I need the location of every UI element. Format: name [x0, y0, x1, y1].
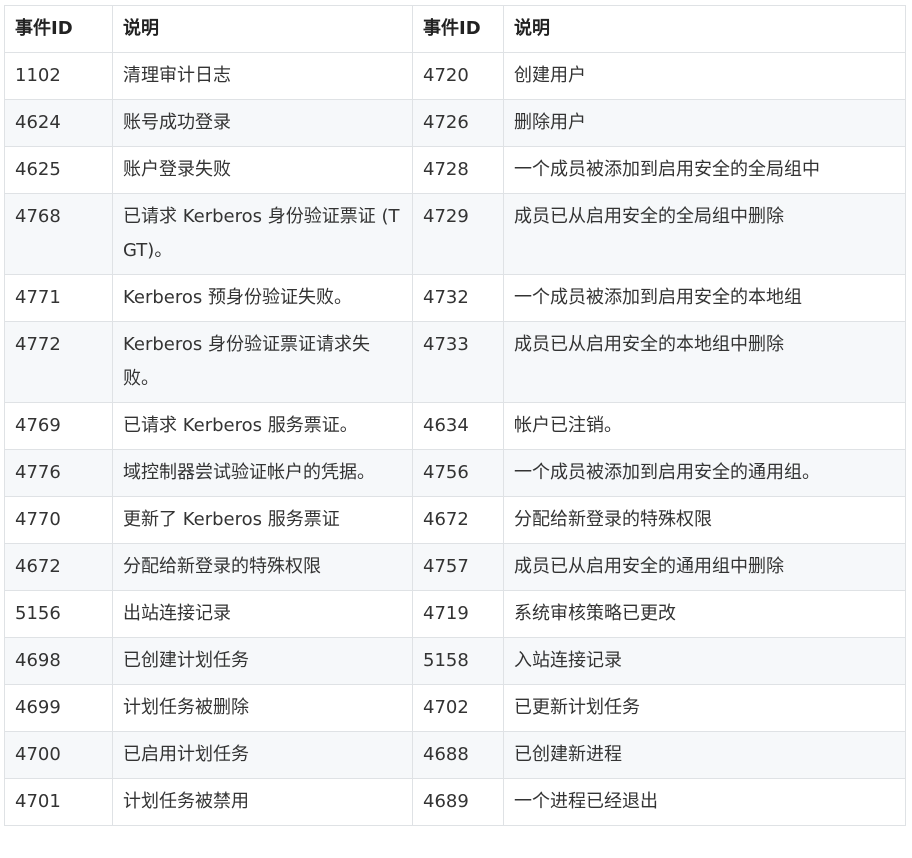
description-cell: 清理审计日志: [112, 52, 413, 100]
description-cell: 已请求 Kerberos 服务票证。: [112, 402, 413, 450]
event-id-cell: 4772: [4, 321, 113, 403]
description-cell: 一个成员被添加到启用安全的通用组。: [503, 449, 906, 497]
header-description-2: 说明: [503, 5, 906, 53]
event-id-cell: 4702: [412, 684, 504, 732]
event-id-cell: 4625: [4, 146, 113, 194]
table-row: 4698 已创建计划任务 5158 入站连接记录: [4, 637, 906, 685]
description-cell: 域控制器尝试验证帐户的凭据。: [112, 449, 413, 497]
description-cell: 账户登录失败: [112, 146, 413, 194]
event-id-cell: 4720: [412, 52, 504, 100]
table-row: 4699 计划任务被删除 4702 已更新计划任务: [4, 684, 906, 732]
table-row: 4701 计划任务被禁用 4689 一个进程已经退出: [4, 778, 906, 826]
event-id-cell: 4757: [412, 543, 504, 591]
table-row: 4672 分配给新登录的特殊权限 4757 成员已从启用安全的通用组中删除: [4, 543, 906, 591]
description-cell: 一个成员被添加到启用安全的本地组: [503, 274, 906, 322]
description-cell: 成员已从启用安全的通用组中删除: [503, 543, 906, 591]
description-cell: Kerberos 预身份验证失败。: [112, 274, 413, 322]
description-cell: 分配给新登录的特殊权限: [503, 496, 906, 544]
header-row: 事件ID 说明 事件ID 说明: [4, 5, 906, 53]
event-id-cell: 1102: [4, 52, 113, 100]
table-row: 4624 账号成功登录 4726 删除用户: [4, 99, 906, 147]
table-row: 4776 域控制器尝试验证帐户的凭据。 4756 一个成员被添加到启用安全的通用组。: [4, 449, 906, 497]
event-id-cell: 4728: [412, 146, 504, 194]
table-header: 事件ID 说明 事件ID 说明: [4, 5, 906, 53]
event-id-cell: 4624: [4, 99, 113, 147]
event-id-cell: 4698: [4, 637, 113, 685]
event-id-table: 事件ID 说明 事件ID 说明 1102 清理审计日志 4720 创建用户 4624 账号…: [4, 5, 906, 826]
header-description-1: 说明: [112, 5, 413, 53]
description-cell: Kerberos 身份验证票证请求失败。: [112, 321, 413, 403]
description-cell: 出站连接记录: [112, 590, 413, 638]
description-cell: 已启用计划任务: [112, 731, 413, 779]
description-cell: 计划任务被删除: [112, 684, 413, 732]
event-id-cell: 4701: [4, 778, 113, 826]
description-cell: 更新了 Kerberos 服务票证: [112, 496, 413, 544]
table-row: 1102 清理审计日志 4720 创建用户: [4, 52, 906, 100]
description-cell: 创建用户: [503, 52, 906, 100]
table-row: 4768 已请求 Kerberos 身份验证票证 (TGT)。 4729 成员已从启用…: [4, 193, 906, 275]
event-id-cell: 4634: [412, 402, 504, 450]
description-cell: 成员已从启用安全的全局组中删除: [503, 193, 906, 275]
table-row: 4700 已启用计划任务 4688 已创建新进程: [4, 731, 906, 779]
table-row: 4769 已请求 Kerberos 服务票证。 4634 帐户已注销。: [4, 402, 906, 450]
table-body: 1102 清理审计日志 4720 创建用户 4624 账号成功登录 4726 删除用户 4625…: [4, 52, 906, 826]
description-cell: 已请求 Kerberos 身份验证票证 (TGT)。: [112, 193, 413, 275]
event-id-cell: 4776: [4, 449, 113, 497]
event-id-cell: 4729: [412, 193, 504, 275]
event-id-cell: 4672: [412, 496, 504, 544]
event-id-cell: 4689: [412, 778, 504, 826]
event-id-cell: 4771: [4, 274, 113, 322]
description-cell: 删除用户: [503, 99, 906, 147]
description-cell: 入站连接记录: [503, 637, 906, 685]
description-cell: 一个成员被添加到启用安全的全局组中: [503, 146, 906, 194]
event-id-cell: 4700: [4, 731, 113, 779]
event-id-cell: 4699: [4, 684, 113, 732]
event-id-cell: 4732: [412, 274, 504, 322]
event-id-cell: 4768: [4, 193, 113, 275]
event-id-cell: 4769: [4, 402, 113, 450]
event-id-cell: 4726: [412, 99, 504, 147]
description-cell: 已创建新进程: [503, 731, 906, 779]
event-id-cell: 5156: [4, 590, 113, 638]
event-id-cell: 4672: [4, 543, 113, 591]
event-id-cell: 4733: [412, 321, 504, 403]
description-cell: 分配给新登录的特殊权限: [112, 543, 413, 591]
event-id-cell: 5158: [412, 637, 504, 685]
event-id-cell: 4756: [412, 449, 504, 497]
table-row: 4771 Kerberos 预身份验证失败。 4732 一个成员被添加到启用安全的本地…: [4, 274, 906, 322]
header-event-id-2: 事件ID: [412, 5, 504, 53]
description-cell: 一个进程已经退出: [503, 778, 906, 826]
description-cell: 成员已从启用安全的本地组中删除: [503, 321, 906, 403]
table-row: 4770 更新了 Kerberos 服务票证 4672 分配给新登录的特殊权限: [4, 496, 906, 544]
header-event-id-1: 事件ID: [4, 5, 113, 53]
event-table-container: 事件ID 说明 事件ID 说明 1102 清理审计日志 4720 创建用户 4624 账号…: [4, 5, 906, 826]
description-cell: 帐户已注销。: [503, 402, 906, 450]
event-id-cell: 4719: [412, 590, 504, 638]
description-cell: 账号成功登录: [112, 99, 413, 147]
description-cell: 已更新计划任务: [503, 684, 906, 732]
description-cell: 计划任务被禁用: [112, 778, 413, 826]
event-id-cell: 4770: [4, 496, 113, 544]
event-id-cell: 4688: [412, 731, 504, 779]
description-cell: 已创建计划任务: [112, 637, 413, 685]
table-row: 5156 出站连接记录 4719 系统审核策略已更改: [4, 590, 906, 638]
table-row: 4772 Kerberos 身份验证票证请求失败。 4733 成员已从启用安全的本地组…: [4, 321, 906, 403]
description-cell: 系统审核策略已更改: [503, 590, 906, 638]
table-row: 4625 账户登录失败 4728 一个成员被添加到启用安全的全局组中: [4, 146, 906, 194]
